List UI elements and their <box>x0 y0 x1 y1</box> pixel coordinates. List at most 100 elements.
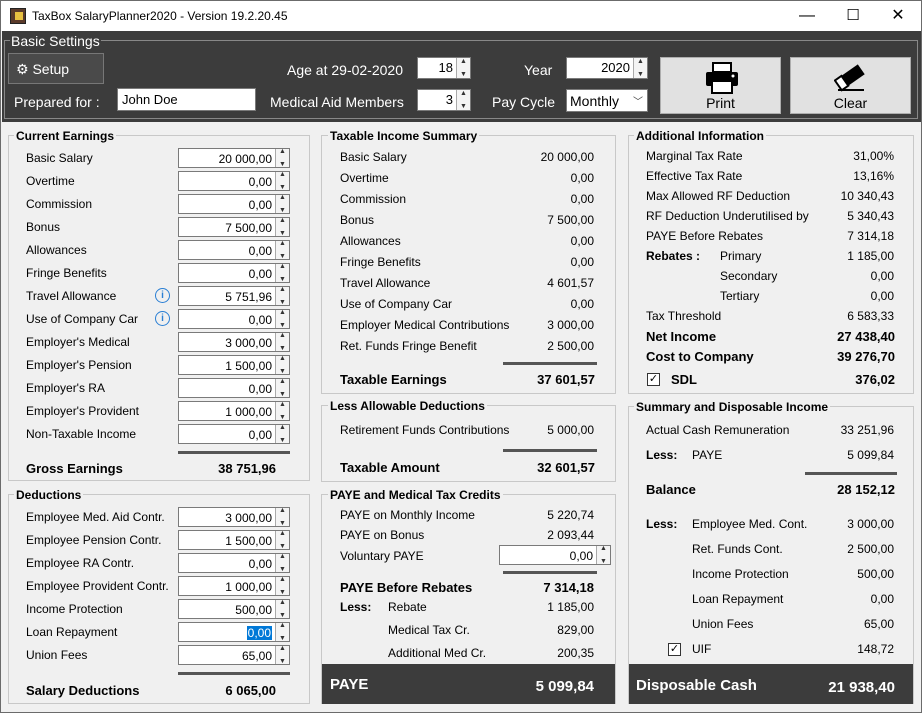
voluntary-paye-stepper[interactable]: 0,00 <box>499 545 611 565</box>
earnings-spin-arrows[interactable] <box>275 194 289 214</box>
earnings-spin-arrows[interactable] <box>275 355 289 375</box>
taxable-separator <box>503 362 597 365</box>
earnings-spin-arrows[interactable] <box>275 378 289 398</box>
deductions-row-label: Union Fees <box>26 648 88 662</box>
earnings-spin-arrows[interactable] <box>275 424 289 444</box>
basic-settings-panel: Basic Settings ⚙ Setup Age at 29-02-2020… <box>2 31 921 122</box>
earnings-row-stepper[interactable]: 20 000,00 <box>178 148 290 168</box>
pay-cycle-select[interactable]: Monthly ﹀ <box>566 89 648 112</box>
company-car-info-icon[interactable]: i <box>155 311 170 326</box>
paye-separator <box>503 571 597 574</box>
age-label: Age at 29-02-2020 <box>287 62 403 78</box>
marginal-tax-value: 31,00% <box>853 149 894 163</box>
earnings-spin-arrows[interactable] <box>275 240 289 260</box>
earnings-row-stepper[interactable]: 7 500,00 <box>178 217 290 237</box>
earnings-row-stepper[interactable]: 3 000,00 <box>178 332 290 352</box>
earnings-row-label: Fringe Benefits <box>26 266 107 280</box>
earnings-spin-arrows[interactable] <box>275 332 289 352</box>
taxable-income-title: Taxable Income Summary <box>328 129 480 143</box>
gear-icon: ⚙ <box>16 61 29 77</box>
setup-label: Setup <box>32 61 70 77</box>
summary-title: Summary and Disposable Income <box>634 400 831 414</box>
effective-tax-value: 13,16% <box>853 169 894 183</box>
earnings-row-label: Employer's Pension <box>26 358 132 372</box>
summary-less-label: Less: <box>646 448 678 462</box>
taxable-row-value: 0,00 <box>570 255 594 269</box>
print-button[interactable]: Print <box>660 57 781 114</box>
earnings-spin-arrows[interactable] <box>275 171 289 191</box>
deductions-row-stepper[interactable]: 0,00 <box>178 622 290 642</box>
earnings-row-stepper[interactable]: 5 751,96 <box>178 286 290 306</box>
earnings-row-stepper[interactable]: 0,00 <box>178 378 290 398</box>
summary-deduction-label: Income Protection <box>692 567 789 581</box>
taxable-row-label: Overtime <box>340 171 389 185</box>
deductions-spin-arrows[interactable] <box>275 553 289 573</box>
earnings-row-stepper[interactable]: 0,00 <box>178 309 290 329</box>
earnings-row-stepper[interactable]: 0,00 <box>178 194 290 214</box>
earnings-row-stepper[interactable]: 0,00 <box>178 263 290 283</box>
earnings-spin-arrows[interactable] <box>275 309 289 329</box>
taxable-row-label: Use of Company Car <box>340 297 453 311</box>
gross-earnings-value: 38 751,96 <box>218 461 276 476</box>
setup-button[interactable]: ⚙ Setup <box>8 53 104 84</box>
medical-tax-credit-label: Medical Tax Cr. <box>388 623 470 637</box>
medical-spin-arrows[interactable] <box>456 90 470 110</box>
deductions-spin-arrows[interactable] <box>275 645 289 665</box>
rebate-label: Rebate <box>388 600 427 614</box>
year-stepper[interactable]: 2020 <box>566 57 648 79</box>
paye-before-rebates-info-value: 7 314,18 <box>847 229 894 243</box>
year-value: 2020 <box>601 60 630 75</box>
earnings-row-stepper[interactable]: 1 500,00 <box>178 355 290 375</box>
earnings-spin-arrows[interactable] <box>275 217 289 237</box>
sdl-checkbox[interactable]: ✓ <box>647 373 660 386</box>
deductions-spin-arrows[interactable] <box>275 576 289 596</box>
paye-credits-title: PAYE and Medical Tax Credits <box>328 488 503 502</box>
maximize-button[interactable]: ☐ <box>830 1 876 31</box>
medical-tax-credit-value: 829,00 <box>557 623 594 637</box>
paye-bonus-label: PAYE on Bonus <box>340 528 425 542</box>
earnings-row-stepper[interactable]: 1 000,00 <box>178 401 290 421</box>
voluntary-spin-arrows[interactable] <box>596 545 610 565</box>
age-spin-arrows[interactable] <box>456 58 470 78</box>
cost-to-company-label: Cost to Company <box>646 349 754 364</box>
deductions-spin-arrows[interactable] <box>275 530 289 550</box>
age-stepper[interactable]: 18 <box>417 57 471 79</box>
earnings-spin-arrows[interactable] <box>275 286 289 306</box>
pay-cycle-label: Pay Cycle <box>492 94 556 110</box>
deductions-row-stepper[interactable]: 0,00 <box>178 553 290 573</box>
taxable-row-label: Allowances <box>340 234 401 248</box>
clear-button[interactable]: Clear <box>790 57 911 114</box>
earnings-row-value: 0,00 <box>248 267 272 281</box>
deductions-row-stepper[interactable]: 500,00 <box>178 599 290 619</box>
uif-checkbox[interactable]: ✓ <box>668 643 681 656</box>
medical-aid-members-stepper[interactable]: 3 <box>417 89 471 111</box>
deductions-row-stepper[interactable]: 65,00 <box>178 645 290 665</box>
taxable-row-label: Travel Allowance <box>340 276 431 290</box>
taxable-row-label: Ret. Funds Fringe Benefit <box>340 339 477 353</box>
earnings-row-stepper[interactable]: 0,00 <box>178 240 290 260</box>
deductions-spin-arrows[interactable] <box>275 599 289 619</box>
deductions-row-label: Employee RA Contr. <box>26 556 135 570</box>
primary-rebate-value: 1 185,00 <box>847 249 894 263</box>
travel-allowance-info-icon[interactable]: i <box>155 288 170 303</box>
earnings-spin-arrows[interactable] <box>275 401 289 421</box>
deductions-spin-arrows[interactable] <box>275 507 289 527</box>
earnings-row-label: Non-Taxable Income <box>26 427 137 441</box>
summary-deduction-value: 500,00 <box>857 567 894 581</box>
minimize-button[interactable]: — <box>784 1 830 31</box>
earnings-row-stepper[interactable]: 0,00 <box>178 424 290 444</box>
max-rf-label: Max Allowed RF Deduction <box>646 189 791 203</box>
earnings-row-stepper[interactable]: 0,00 <box>178 171 290 191</box>
deductions-spin-arrows[interactable] <box>275 622 289 642</box>
prepared-for-input[interactable]: John Doe <box>117 88 256 111</box>
year-spin-arrows[interactable] <box>633 58 647 78</box>
earnings-spin-arrows[interactable] <box>275 263 289 283</box>
earnings-spin-arrows[interactable] <box>275 148 289 168</box>
deductions-row-stepper[interactable]: 3 000,00 <box>178 507 290 527</box>
deductions-row-stepper[interactable]: 1 000,00 <box>178 576 290 596</box>
taxable-row-value: 0,00 <box>570 234 594 248</box>
rf-underutilised-label: RF Deduction Underutilised by <box>646 209 809 223</box>
deductions-row-label: Loan Repayment <box>26 625 118 639</box>
deductions-row-stepper[interactable]: 1 500,00 <box>178 530 290 550</box>
close-button[interactable]: ✕ <box>875 1 921 31</box>
